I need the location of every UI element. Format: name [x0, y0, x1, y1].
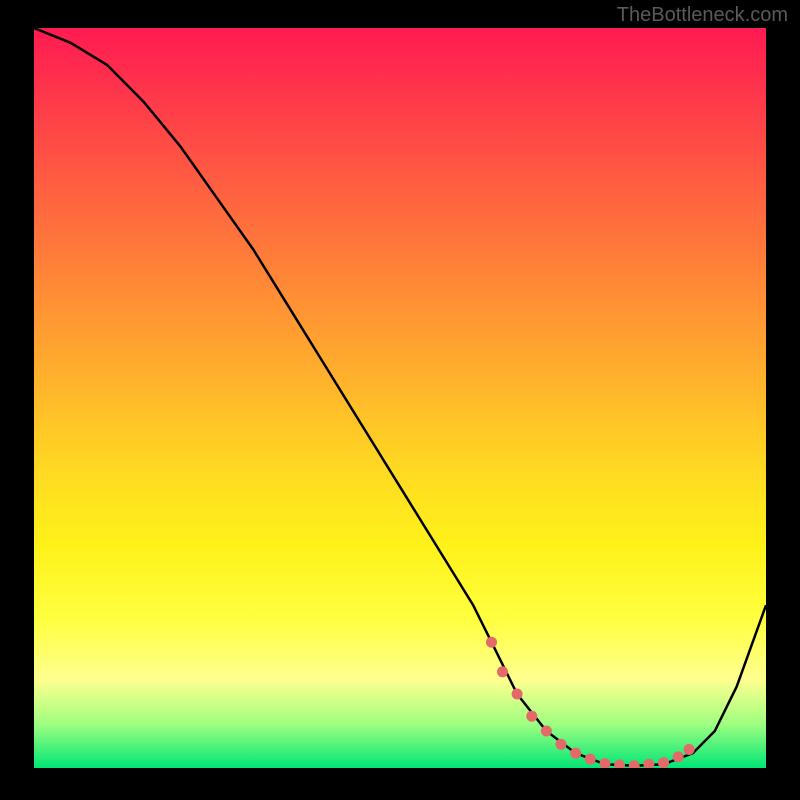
marker-dot [512, 689, 523, 700]
marker-dot [600, 758, 611, 768]
plot-area [34, 28, 766, 768]
marker-dot [614, 760, 625, 769]
marker-dot [684, 744, 695, 755]
curve-path [34, 28, 766, 766]
marker-dot [585, 754, 596, 765]
marker-dot [556, 739, 567, 750]
marker-group [486, 637, 695, 768]
marker-dot [486, 637, 497, 648]
marker-dot [541, 726, 552, 737]
marker-dot [629, 760, 640, 768]
watermark-text: TheBottleneck.com [617, 4, 788, 27]
marker-dot [643, 759, 654, 768]
marker-dot [658, 757, 669, 768]
marker-dot [497, 666, 508, 677]
chart-svg [34, 28, 766, 768]
marker-dot [526, 711, 537, 722]
marker-dot [673, 751, 684, 762]
marker-dot [570, 748, 581, 759]
